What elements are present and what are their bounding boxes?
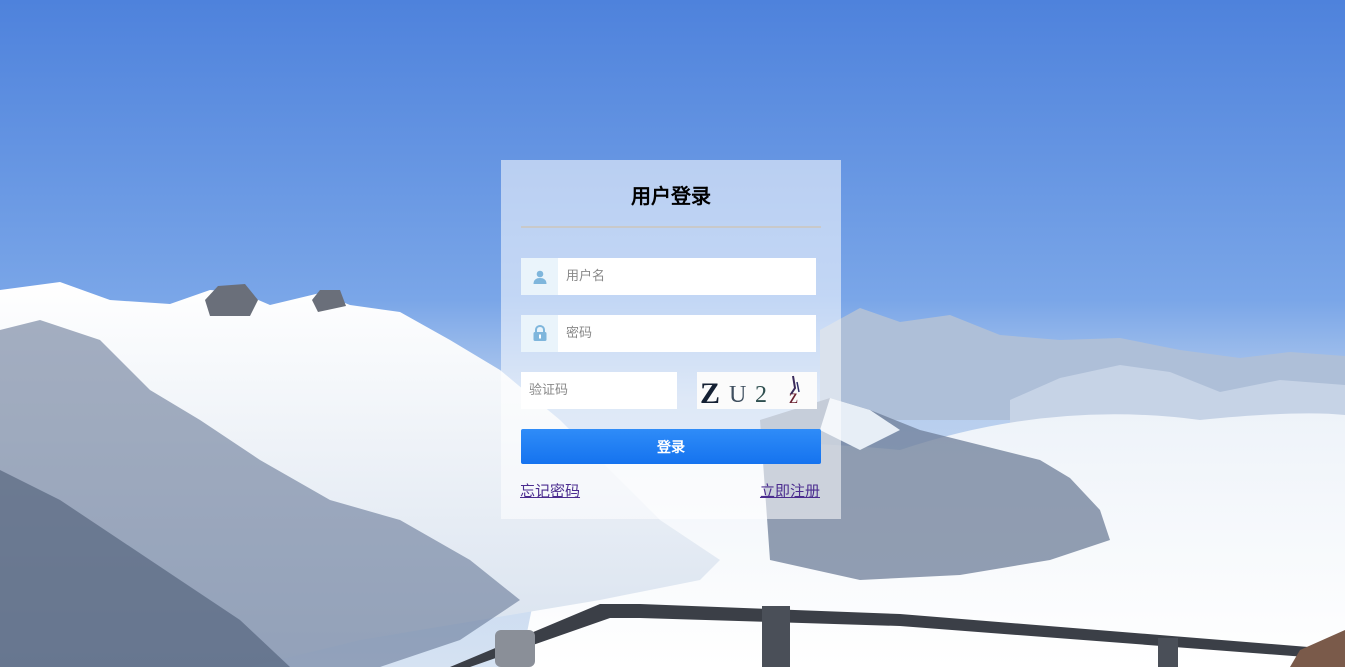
- username-field[interactable]: [521, 258, 816, 295]
- lock-icon: [521, 315, 558, 352]
- forgot-password-link[interactable]: 忘记密码: [520, 480, 580, 501]
- login-panel: 用户登录 Z U 2 z: [501, 160, 841, 519]
- captcha-char-1: Z: [700, 377, 720, 409]
- user-icon: [521, 258, 558, 295]
- register-link[interactable]: 立即注册: [760, 480, 820, 501]
- captcha-field[interactable]: [521, 372, 677, 409]
- login-button[interactable]: 登录: [521, 429, 821, 464]
- title-divider: [521, 226, 821, 228]
- password-field[interactable]: [521, 315, 816, 352]
- username-input[interactable]: [558, 258, 816, 295]
- login-title: 用户登录: [631, 184, 711, 208]
- captcha-image[interactable]: Z U 2 z: [697, 372, 817, 410]
- captcha-input[interactable]: [521, 372, 677, 409]
- captcha-char-3: 2: [755, 382, 767, 408]
- captcha-char-2: U: [729, 382, 746, 408]
- password-input[interactable]: [558, 315, 816, 352]
